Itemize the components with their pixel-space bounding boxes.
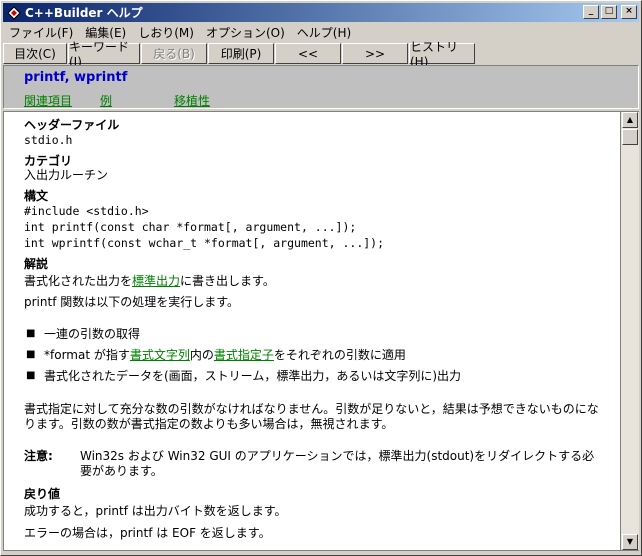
return-value-line: エラーの場合は，printf は EOF を返します。 [24,526,271,540]
minimize-button[interactable]: _ [583,5,599,19]
category-heading: カテゴリ [24,154,73,168]
topic-header: printf, wprintf 関連項目 例 移植性 [3,65,639,109]
bullet-icon: ■ [26,349,36,360]
menu-help[interactable]: ヘルプ(H) [291,24,357,41]
return-value-heading: 戻り値 [24,487,61,501]
scroll-down-arrow-icon[interactable]: ▼ [622,534,638,550]
format-string-link[interactable]: 書式文字列 [130,348,190,362]
list-item-text: *format が指す [44,348,130,362]
note-label: 注意: [24,449,53,463]
print-button[interactable]: 印刷(P) [208,43,274,64]
syntax-line: #include <stdio.h> [24,204,149,218]
list-item: 書式化されたデータを(画面，ストリーム，標準出力，あるいは文字列に)出力 [44,369,462,383]
keyword-button[interactable]: キーワード(I) [68,40,140,69]
syntax-line: int wprintf(const wchar_t *format[, argu… [24,236,385,250]
related-topics-link[interactable]: 関連項目 [24,92,72,109]
button-bar: 目次(C) キーワード(I) 戻る(B) 印刷(P) << >> ヒストリ(H) [3,40,639,69]
topic-title: printf, wprintf [24,70,128,85]
description-text: 書式化された出力を [24,274,133,288]
header-file-value: stdio.h [24,133,73,147]
bullet-icon: ■ [26,370,36,381]
syntax-line: int printf(const char *format[, argument… [24,220,357,234]
menu-bookmark[interactable]: しおり(M) [132,24,200,41]
stdout-link[interactable]: 標準出力 [132,274,180,288]
help-window: C++Builder ヘルプ _ □ × ファイル(F) 編集(E) しおり(M… [0,0,642,556]
note-text: Win32s および Win32 GUI のアプリケーションでは，標準出力(st… [80,449,595,478]
title-bar[interactable]: C++Builder ヘルプ _ □ × [3,3,639,22]
vertical-scrollbar[interactable]: ▲ ▼ [621,111,639,551]
description-text: に書き出します。 [180,274,275,288]
back-button[interactable]: 戻る(B) [141,43,207,64]
list-item-text: 内の [189,348,214,362]
return-value-line: 成功すると，printf は出力バイト数を返します。 [24,504,287,518]
arguments-paragraph: 書式指定に対して充分な数の引数がなければなりません。引数が足りないと，結果は予想… [24,402,599,431]
format-specifier-link[interactable]: 書式指定子 [214,348,274,362]
contents-button[interactable]: 目次(C) [3,43,67,64]
scroll-up-arrow-icon[interactable]: ▲ [622,112,638,128]
help-app-icon[interactable] [6,5,22,21]
browse-prev-button[interactable]: << [275,43,341,64]
maximize-button[interactable]: □ [601,5,617,19]
list-item: *format が指す書式文字列内の書式指定子をそれぞれの引数に適用 [44,348,406,363]
list-item-text: をそれぞれの引数に適用 [273,348,406,362]
topic-content[interactable]: ヘッダーファイル stdio.h カテゴリ 入出力ルーチン 構文 #includ… [3,111,621,551]
history-button[interactable]: ヒストリ(H) [409,40,475,69]
browse-next-button[interactable]: >> [342,43,408,64]
header-file-heading: ヘッダーファイル [24,118,120,132]
description-line-1: 書式化された出力を標準出力に書き出します。 [24,274,275,289]
description-line-2: printf 関数は以下の処理を実行します。 [24,295,240,309]
menu-options[interactable]: オプション(O) [200,24,291,41]
bullet-icon: ■ [26,328,36,339]
example-link[interactable]: 例 [100,92,112,109]
list-item: 一連の引数の取得 [44,327,141,341]
portability-link[interactable]: 移植性 [174,92,210,109]
syntax-heading: 構文 [24,189,49,203]
category-value: 入出力ルーチン [24,168,109,182]
window-title: C++Builder ヘルプ [25,6,143,20]
close-button[interactable]: × [621,5,637,19]
scroll-thumb[interactable] [622,129,638,145]
menu-file[interactable]: ファイル(F) [3,24,79,41]
description-heading: 解説 [24,257,49,271]
